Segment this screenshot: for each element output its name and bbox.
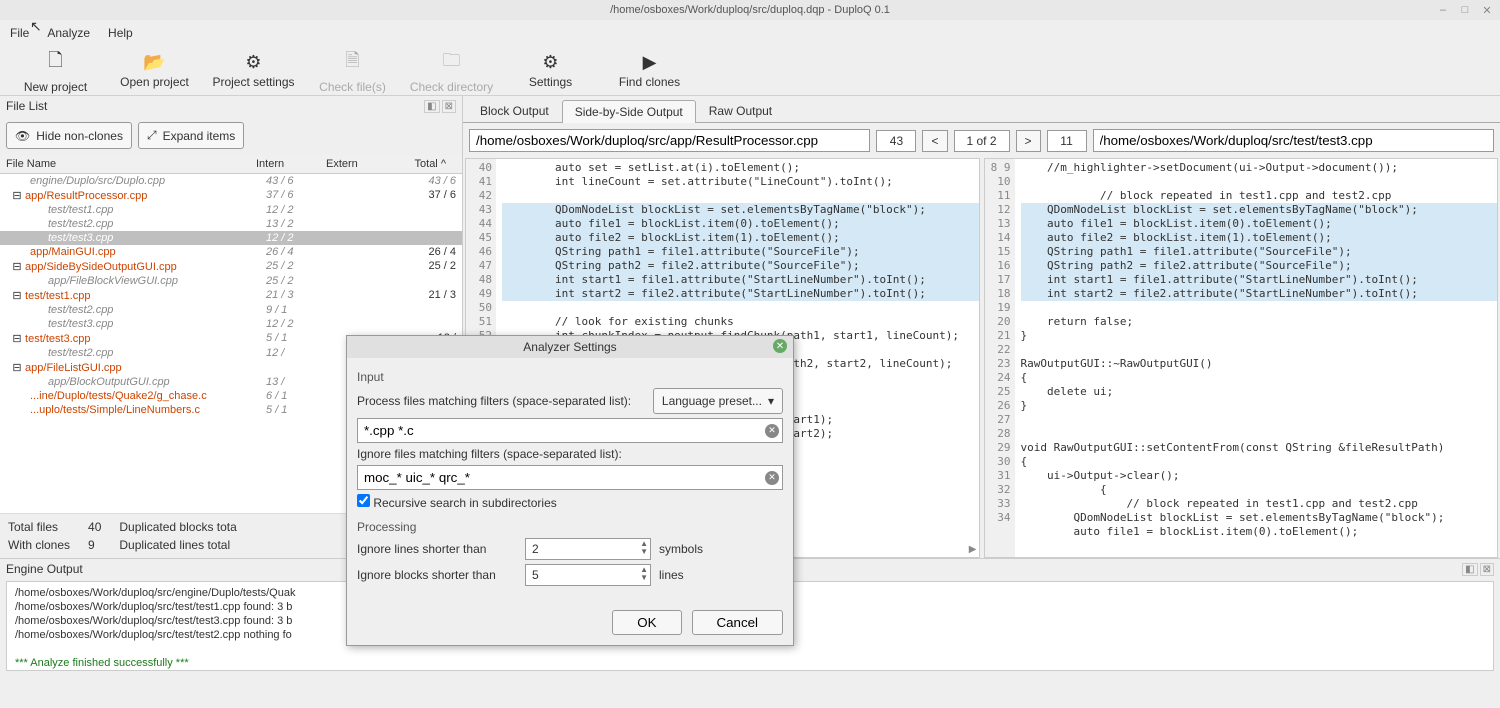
file-plus-icon: 🗋 (48, 48, 62, 78)
spinner-arrows-icon[interactable]: ▲▼ (640, 540, 648, 556)
tree-row[interactable]: ⊟ app/ResultProcessor.cpp37 / 637 / 6 (0, 188, 462, 203)
panel-close-icon[interactable]: ⊠ (1480, 563, 1494, 576)
processing-section-header: Processing (357, 520, 783, 534)
project-settings-button[interactable]: ⚙Project settings (206, 48, 301, 94)
undock-icon[interactable]: ◧ (1462, 563, 1477, 576)
hide-non-clones-button[interactable]: 👁Hide non-clones (6, 122, 132, 149)
close-icon[interactable]: ✕ (1480, 3, 1494, 17)
recursive-checkbox[interactable]: Recursive search in subdirectories (357, 494, 557, 510)
menubar: File Analyze Help (0, 20, 1500, 46)
tree-row[interactable]: test/test3.cpp12 / 2 (0, 231, 462, 245)
eye-off-icon: 👁 (15, 129, 30, 143)
right-line-number: 11 (1047, 130, 1087, 152)
right-code[interactable]: //m_highlighter->setDocument(ui->Output-… (1015, 159, 1498, 557)
clear-icon[interactable]: ✕ (765, 471, 779, 485)
play-icon: ▶ (643, 52, 657, 73)
next-clone-button[interactable]: > (1016, 130, 1041, 152)
process-filter-input[interactable] (357, 418, 783, 443)
ignore-lines-label: Ignore lines shorter than (357, 542, 517, 556)
expand-toggle-icon[interactable]: ⊟ (12, 332, 22, 345)
tree-row[interactable]: test/test3.cpp12 / 2 (0, 317, 462, 331)
col-total[interactable]: Total ^ (396, 158, 456, 170)
sort-asc-icon: ^ (441, 158, 446, 170)
ignore-lines-spinner[interactable]: 2▲▼ (525, 538, 651, 560)
gear-icon: ⚙ (245, 52, 261, 73)
expand-toggle-icon[interactable]: ⊟ (12, 361, 22, 374)
right-gutter: 8 9 10 11 12 13 14 15 16 17 18 19 20 21 … (985, 159, 1015, 557)
cancel-button[interactable]: Cancel (692, 610, 784, 635)
language-preset-button[interactable]: Language preset...▾ (653, 388, 783, 414)
input-section-header: Input (357, 370, 783, 384)
check-files-button[interactable]: 🗎Check file(s) (305, 48, 400, 94)
left-line-number: 43 (876, 130, 916, 152)
chevron-down-icon: ▾ (768, 394, 774, 408)
expand-icon: ⤢ (147, 128, 157, 143)
panel-close-icon[interactable]: ⊠ (442, 100, 456, 113)
menu-help[interactable]: Help (108, 26, 133, 40)
files-icon: 🗎 (345, 48, 359, 78)
right-code-pane[interactable]: 8 9 10 11 12 13 14 15 16 17 18 19 20 21 … (984, 158, 1499, 558)
tree-row[interactable]: ⊟ test/test1.cpp21 / 321 / 3 (0, 288, 462, 303)
col-filename[interactable]: File Name (6, 158, 256, 170)
tree-row[interactable]: app/FileBlockViewGUI.cpp25 / 2 (0, 274, 462, 288)
spinner-arrows-icon[interactable]: ▲▼ (640, 566, 648, 582)
col-intern[interactable]: Intern (256, 158, 326, 170)
tab-raw-output[interactable]: Raw Output (696, 99, 785, 122)
toolbar: 🗋New project 📂Open project ⚙Project sett… (0, 46, 1500, 96)
expand-toggle-icon[interactable]: ⊟ (12, 189, 22, 202)
open-project-button[interactable]: 📂Open project (107, 48, 202, 94)
tree-row[interactable]: engine/Duplo/src/Duplo.cpp43 / 643 / 6 (0, 174, 462, 188)
engine-output-title: Engine Output (6, 562, 83, 576)
file-list-title: File List (6, 99, 47, 113)
total-files-value: 40 (88, 520, 101, 534)
ignore-filter-input[interactable] (357, 465, 783, 490)
expand-toggle-icon[interactable]: ⊟ (12, 260, 22, 273)
clear-icon[interactable]: ✕ (765, 424, 779, 438)
find-clones-button[interactable]: ▶Find clones (602, 48, 697, 94)
process-filter-label: Process files matching filters (space-se… (357, 394, 631, 408)
analyzer-settings-dialog: Analyzer Settings ✕ Input Process files … (346, 335, 794, 646)
ignore-blocks-label: Ignore blocks shorter than (357, 568, 517, 582)
menu-file[interactable]: File (10, 26, 29, 40)
scroll-right-icon[interactable]: ▶ (969, 544, 977, 555)
left-path-input[interactable] (469, 129, 870, 152)
expand-items-button[interactable]: ⤢Expand items (138, 122, 244, 149)
tree-row[interactable]: ⊟ app/SideBySideOutputGUI.cpp25 / 225 / … (0, 259, 462, 274)
menu-analyze[interactable]: Analyze (47, 26, 90, 40)
settings-button[interactable]: ⚙Settings (503, 48, 598, 94)
new-project-button[interactable]: 🗋New project (8, 48, 103, 94)
window-title: /home/osboxes/Work/duploq/src/duploq.dqp… (610, 4, 890, 16)
titlebar: /home/osboxes/Work/duploq/src/duploq.dqp… (0, 0, 1500, 20)
expand-toggle-icon[interactable]: ⊟ (12, 289, 22, 302)
tree-row[interactable]: test/test2.cpp13 / 2 (0, 217, 462, 231)
dup-blocks-label: Duplicated blocks tota (119, 520, 236, 534)
prev-clone-button[interactable]: < (922, 130, 947, 152)
dup-lines-label: Duplicated lines total (119, 538, 236, 552)
dialog-title[interactable]: Analyzer Settings ✕ (347, 336, 793, 358)
output-tabs: Block Output Side-by-Side Output Raw Out… (463, 96, 1500, 123)
col-extern[interactable]: Extern (326, 158, 396, 170)
ignore-filter-label: Ignore files matching filters (space-sep… (357, 447, 783, 461)
maximize-icon[interactable]: □ (1458, 3, 1472, 17)
ignore-blocks-spinner[interactable]: 5▲▼ (525, 564, 651, 586)
tree-header: File Name Intern Extern Total ^ (0, 155, 462, 174)
clone-position: 1 of 2 (954, 130, 1010, 152)
nav-bar: 43 < 1 of 2 > 11 (463, 123, 1500, 158)
tab-block-output[interactable]: Block Output (467, 99, 562, 122)
folder-open-icon: 📂 (143, 52, 165, 73)
tab-side-by-side[interactable]: Side-by-Side Output (562, 100, 696, 123)
tree-row[interactable]: test/test1.cpp12 / 2 (0, 203, 462, 217)
gear-icon: ⚙ (542, 52, 558, 73)
check-directory-button[interactable]: 🗀Check directory (404, 48, 499, 94)
tree-row[interactable]: app/MainGUI.cpp26 / 426 / 4 (0, 245, 462, 259)
ok-button[interactable]: OK (612, 610, 681, 635)
with-clones-value: 9 (88, 538, 101, 552)
undock-icon[interactable]: ◧ (424, 100, 439, 113)
dialog-close-icon[interactable]: ✕ (773, 339, 787, 353)
right-path-input[interactable] (1093, 129, 1494, 152)
tree-row[interactable]: test/test2.cpp9 / 1 (0, 303, 462, 317)
minimize-icon[interactable]: – (1436, 3, 1450, 17)
folder-icon: 🗀 (443, 48, 461, 78)
